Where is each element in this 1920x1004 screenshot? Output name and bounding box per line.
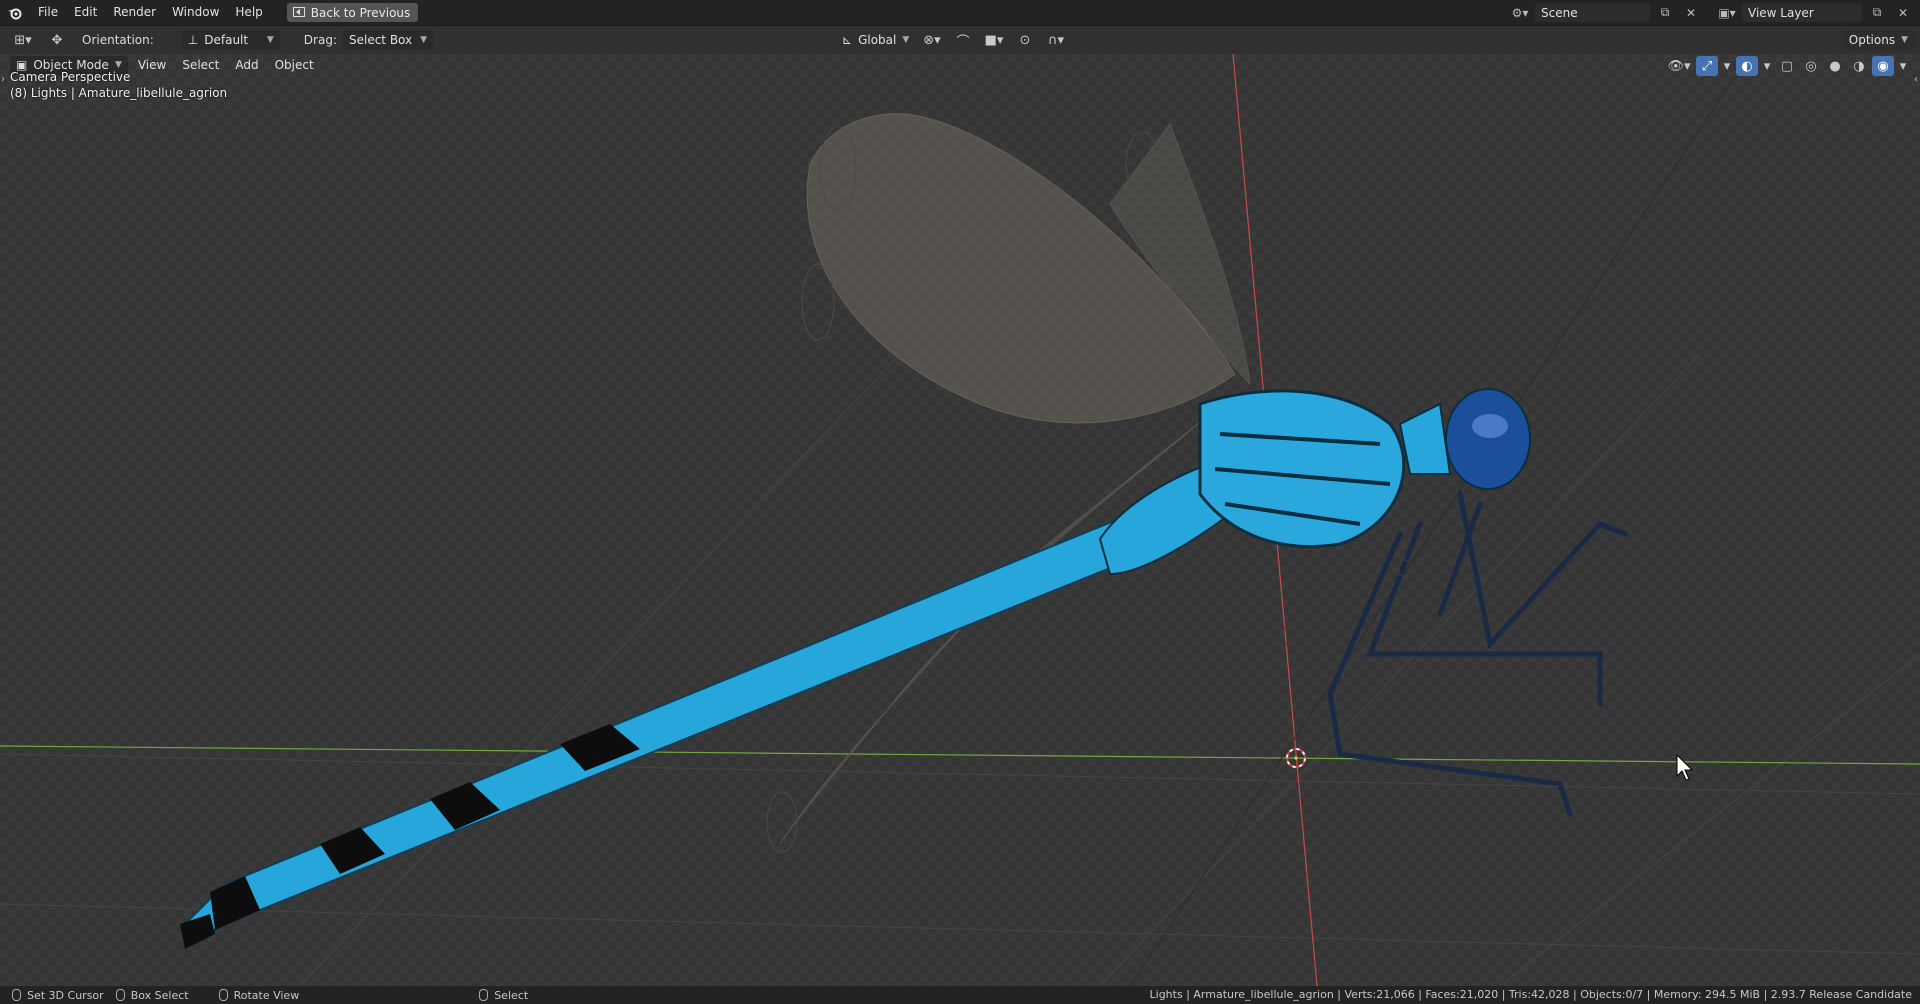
view-layer-field[interactable]: View Layer	[1742, 3, 1862, 22]
orientation-axis-icon: ⊥	[187, 33, 199, 47]
menu-edit[interactable]: Edit	[66, 0, 105, 25]
material-shading-icon[interactable]: ◑	[1848, 56, 1870, 76]
transform-space-value: Global	[858, 33, 897, 47]
top-menu-bar: File Edit Render Window Help Back to Pre…	[0, 0, 1920, 25]
dragonfly-abdomen	[180, 492, 1197, 949]
drag-value: Select Box	[348, 33, 413, 47]
mouse-right-icon	[479, 989, 489, 1001]
viewport-menu-view[interactable]: View	[132, 58, 172, 72]
scene-selector-icon[interactable]: ⚙▾	[1509, 3, 1531, 22]
status-hint-select: Select	[479, 989, 528, 1002]
editor-type-icon[interactable]: ⊞▾	[8, 30, 38, 50]
solid-shading-icon[interactable]: ●	[1824, 56, 1846, 76]
viewport-scene	[0, 54, 1920, 986]
viewport-header-right: 👁▾ ⤢ ▾ ◐ ▾ ▢ ◎ ● ◑ ◉ ▾	[1664, 56, 1910, 76]
screen-back-icon	[292, 6, 305, 20]
gizmo-options-chevron-icon[interactable]: ▾	[1720, 56, 1734, 76]
status-hint-label: Rotate View	[233, 988, 300, 1002]
shading-options-chevron-icon[interactable]: ▾	[1896, 56, 1910, 76]
scene-name: Scene	[1541, 5, 1578, 20]
status-bar: Set 3D Cursor Box Select Rotate View Sel…	[0, 986, 1920, 1004]
viewport-menu-add[interactable]: Add	[229, 58, 264, 72]
view-layer-selector-icon[interactable]: ▣▾	[1716, 3, 1738, 22]
camera-perspective-label: Camera Perspective	[10, 70, 131, 84]
gizmo-toggle-icon[interactable]: ⤢	[1696, 56, 1718, 76]
scene-statistics: Lights | Armature_libellule_agrion | Ver…	[1149, 988, 1912, 1001]
delete-view-layer-icon[interactable]: ✕	[1892, 3, 1914, 22]
status-hint-rotate-view: Rotate View	[218, 988, 300, 1002]
falloff-curve-icon[interactable]: ∩▾	[1042, 30, 1070, 50]
snap-target-icon[interactable]: ■▾	[980, 30, 1008, 50]
orientation-label: Orientation:	[82, 33, 154, 47]
tool-header-center: ⊾ Global ▼ ⊗▾ ⌒ ■▾ ⊙ ∩▾	[836, 30, 1070, 50]
status-hint-set-cursor: Set 3D Cursor	[12, 989, 104, 1002]
chevron-down-icon: ▼	[902, 35, 910, 45]
options-dropdown[interactable]: Options ▼	[1842, 30, 1914, 50]
new-view-layer-icon[interactable]: ⧉	[1866, 3, 1888, 22]
orientation-dropdown[interactable]: ⊥ Default ▼	[181, 30, 280, 50]
menu-render[interactable]: Render	[105, 0, 164, 25]
proportional-edit-icon[interactable]: ⊙	[1014, 30, 1036, 50]
mouse-middle-icon	[218, 989, 228, 1001]
scene-name-field[interactable]: Scene	[1535, 3, 1650, 22]
back-to-previous-button[interactable]: Back to Previous	[286, 3, 419, 22]
tool-header-right: Options ▼	[1842, 30, 1914, 50]
back-to-previous-label: Back to Previous	[310, 5, 411, 20]
pivot-point-icon[interactable]: ⊗▾	[918, 30, 946, 50]
visibility-eye-icon[interactable]: 👁▾	[1664, 56, 1694, 76]
status-hint-label: Set 3D Cursor	[27, 988, 104, 1002]
viewport-header: ▣ Object Mode ▼ View Select Add Object	[0, 54, 1920, 76]
move-tool-icon[interactable]: ✥	[44, 30, 70, 50]
xray-toggle-icon[interactable]: ▢	[1776, 56, 1798, 76]
viewport-menu-select[interactable]: Select	[176, 58, 225, 72]
mouse-drag-icon	[115, 989, 125, 1001]
toolbar-expand-arrow-icon[interactable]: ›	[1, 74, 5, 85]
active-object-label: (8) Lights | Amature_libellule_agrion	[10, 86, 228, 100]
y-axis-line	[0, 745, 1920, 765]
chevron-down-icon: ▼	[266, 35, 274, 45]
overlays-options-chevron-icon[interactable]: ▾	[1760, 56, 1774, 76]
topbar-right-group: ⚙▾ Scene ⧉ ✕ ▣▾ View Layer ⧉ ✕	[1509, 3, 1914, 22]
tool-header-left: ⊞▾ ✥ Orientation: ⊥ Default ▼ Drag: Sele…	[8, 30, 433, 50]
menu-help[interactable]: Help	[227, 0, 270, 25]
status-hint-box-select: Box Select	[115, 988, 189, 1002]
drag-label: Drag:	[303, 33, 337, 47]
3d-viewport[interactable]: ▣ Object Mode ▼ View Select Add Object 👁…	[0, 54, 1920, 986]
delete-scene-icon[interactable]: ✕	[1680, 3, 1702, 22]
drag-dropdown[interactable]: Select Box ▼	[342, 30, 433, 50]
transform-space-dropdown[interactable]: ⊾ Global ▼	[836, 30, 912, 50]
viewport-menu-object[interactable]: Object	[269, 58, 320, 72]
status-hint-label: Box Select	[130, 988, 189, 1002]
mouse-left-icon	[12, 989, 21, 1001]
chevron-down-icon: ▼	[114, 60, 122, 70]
snap-magnet-icon[interactable]: ⌒	[952, 30, 974, 50]
orientation-value: Default	[204, 33, 249, 47]
overlays-toggle-icon[interactable]: ◐	[1736, 56, 1758, 76]
dragonfly-legs	[1327, 491, 1628, 817]
blender-logo-icon[interactable]	[0, 0, 30, 25]
wireframe-shading-icon[interactable]: ◎	[1800, 56, 1822, 76]
options-label: Options	[1848, 33, 1896, 47]
new-scene-icon[interactable]: ⧉	[1654, 3, 1676, 22]
sidebar-expand-arrow-icon[interactable]: ‹	[1914, 74, 1918, 85]
chevron-down-icon: ▼	[420, 35, 427, 45]
rendered-shading-icon[interactable]: ◉	[1872, 56, 1894, 76]
menu-window[interactable]: Window	[164, 0, 227, 25]
global-axis-icon: ⊾	[842, 33, 853, 47]
mouse-pointer-icon	[1676, 753, 1694, 781]
menu-file[interactable]: File	[30, 0, 66, 25]
chevron-down-icon: ▼	[1901, 35, 1908, 45]
status-hint-label: Select	[494, 988, 529, 1002]
view-layer-name: View Layer	[1748, 5, 1814, 20]
tool-header: ⊞▾ ✥ Orientation: ⊥ Default ▼ Drag: Sele…	[0, 25, 1920, 54]
